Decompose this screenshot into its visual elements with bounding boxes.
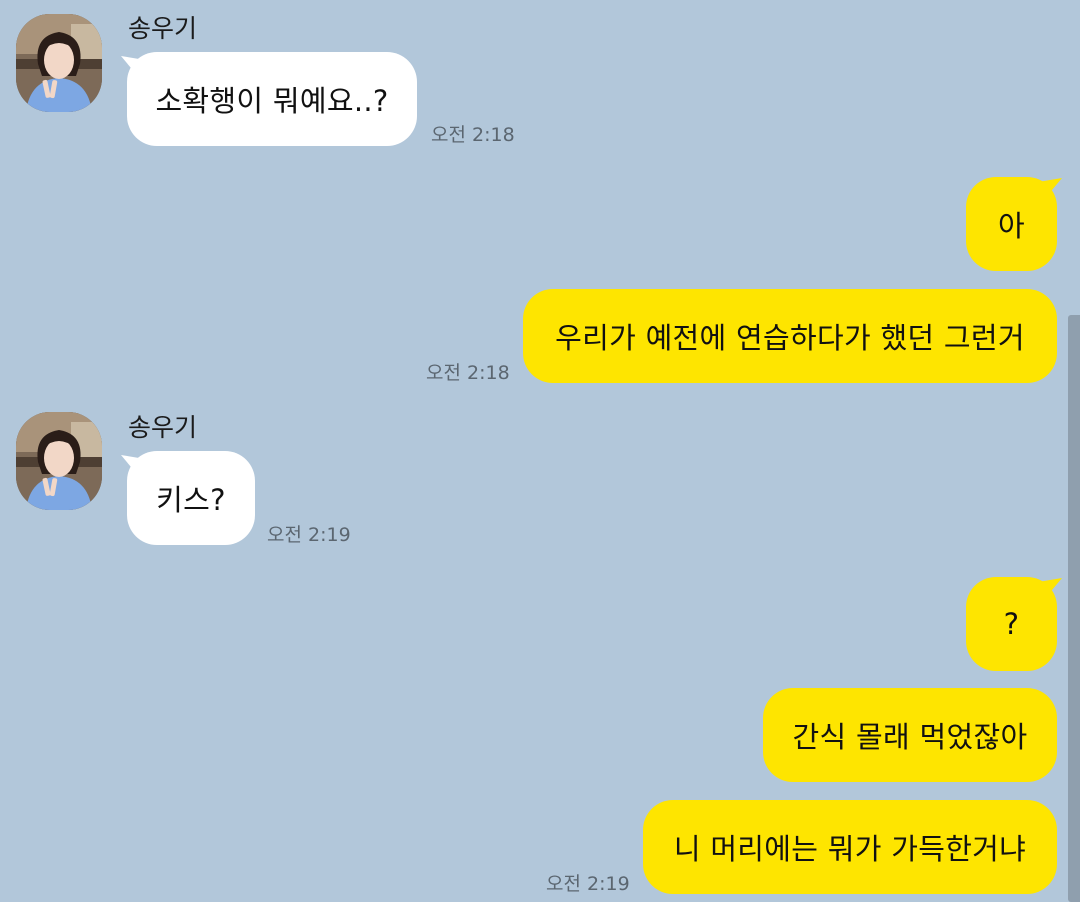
message-text: 니 머리에는 뭐가 가득한거냐 <box>673 832 1027 866</box>
profile-avatar[interactable] <box>16 412 102 510</box>
message-text: 키스? <box>156 483 226 517</box>
message-timestamp: 오전 2:18 <box>426 362 510 384</box>
message-bubble[interactable]: 우리가 예전에 연습하다가 했던 그런거 <box>523 289 1057 383</box>
message-text: 간식 몰래 먹었잖아 <box>792 720 1028 754</box>
scrollbar[interactable] <box>1068 315 1080 902</box>
message-text: 우리가 예전에 연습하다가 했던 그런거 <box>555 321 1025 355</box>
message-text: 아 <box>998 209 1025 243</box>
sender-name: 송우기 <box>128 413 198 442</box>
profile-photo-icon <box>16 14 102 112</box>
message-timestamp: 오전 2:19 <box>267 524 351 546</box>
message-bubble[interactable]: 니 머리에는 뭐가 가득한거냐 <box>643 800 1057 894</box>
message-bubble[interactable]: 간식 몰래 먹었잖아 <box>763 688 1057 782</box>
profile-avatar[interactable] <box>16 14 102 112</box>
sender-name: 송우기 <box>128 14 198 43</box>
message-timestamp: 오전 2:18 <box>431 124 515 146</box>
message-timestamp: 오전 2:19 <box>546 873 630 895</box>
message-bubble[interactable]: ? <box>966 577 1057 671</box>
message-bubble[interactable]: 키스? <box>127 451 255 545</box>
message-bubble[interactable]: 아 <box>966 177 1057 271</box>
chat-message-area[interactable]: 송우기 소확행이 뭐예요..? 오전 2:18 아 우리가 예전에 연습하다가 … <box>0 0 1080 902</box>
message-text: ? <box>1003 607 1020 641</box>
profile-photo-icon <box>16 412 102 510</box>
message-text: 소확행이 뭐예요..? <box>155 84 389 118</box>
message-bubble[interactable]: 소확행이 뭐예요..? <box>127 52 417 146</box>
